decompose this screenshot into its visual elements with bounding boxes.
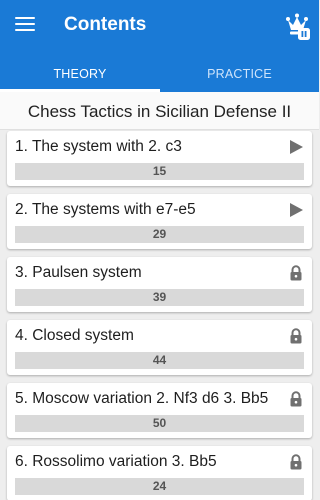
- chapter-card[interactable]: 6. Rossolimo variation 3. Bb5 24: [7, 446, 312, 500]
- page-title: Contents: [64, 14, 147, 35]
- tab-practice[interactable]: PRACTICE: [160, 62, 319, 92]
- progress-bar: 15: [15, 163, 304, 180]
- chapter-card[interactable]: 4. Closed system 44: [7, 320, 312, 375]
- chapter-title: 1. The system with 2. c3: [15, 138, 182, 155]
- progress-bar: 44: [15, 352, 304, 369]
- chapter-title: 5. Moscow variation 2. Nf3 d6 3. Bb5: [15, 390, 269, 407]
- lock-icon: [290, 391, 302, 407]
- exercise-count: 50: [152, 416, 167, 430]
- progress-bar: 29: [15, 226, 304, 243]
- play-icon[interactable]: [288, 202, 304, 218]
- lock-icon: [290, 265, 302, 281]
- exercise-count: 29: [152, 227, 167, 241]
- chapter-title: 3. Paulsen system: [15, 264, 142, 281]
- chapter-card[interactable]: 2. The systems with e7-e5 29: [7, 194, 312, 249]
- progress-bar: 50: [15, 415, 304, 432]
- hamburger-menu-icon[interactable]: [15, 15, 35, 33]
- crown-icon[interactable]: [281, 10, 313, 42]
- exercise-count: 39: [152, 290, 167, 304]
- chapter-title: 4. Closed system: [15, 327, 134, 344]
- chapter-title: 6. Rossolimo variation 3. Bb5: [15, 453, 217, 470]
- tab-theory-label: THEORY: [53, 67, 107, 81]
- progress-bar: 39: [15, 289, 304, 306]
- exercise-count: 44: [152, 353, 167, 367]
- exercise-count: 15: [152, 164, 167, 178]
- lock-icon: [290, 454, 302, 470]
- chapter-card[interactable]: 3. Paulsen system 39: [7, 257, 312, 312]
- lock-icon: [290, 328, 302, 344]
- app-bar: Contents THEORY PRACTICE: [0, 0, 319, 92]
- chapter-card[interactable]: 5. Moscow variation 2. Nf3 d6 3. Bb5 50: [7, 383, 312, 438]
- course-title: Chess Tactics in Sicilian Defense II: [0, 92, 319, 130]
- play-icon[interactable]: [288, 139, 304, 155]
- progress-bar: 24: [15, 478, 304, 495]
- chapter-card[interactable]: 1. The system with 2. c3 15: [7, 131, 312, 186]
- tab-theory[interactable]: THEORY: [0, 62, 160, 92]
- tab-practice-label: PRACTICE: [207, 67, 272, 81]
- exercise-count: 24: [152, 479, 167, 493]
- chapter-title: 2. The systems with e7-e5: [15, 201, 196, 218]
